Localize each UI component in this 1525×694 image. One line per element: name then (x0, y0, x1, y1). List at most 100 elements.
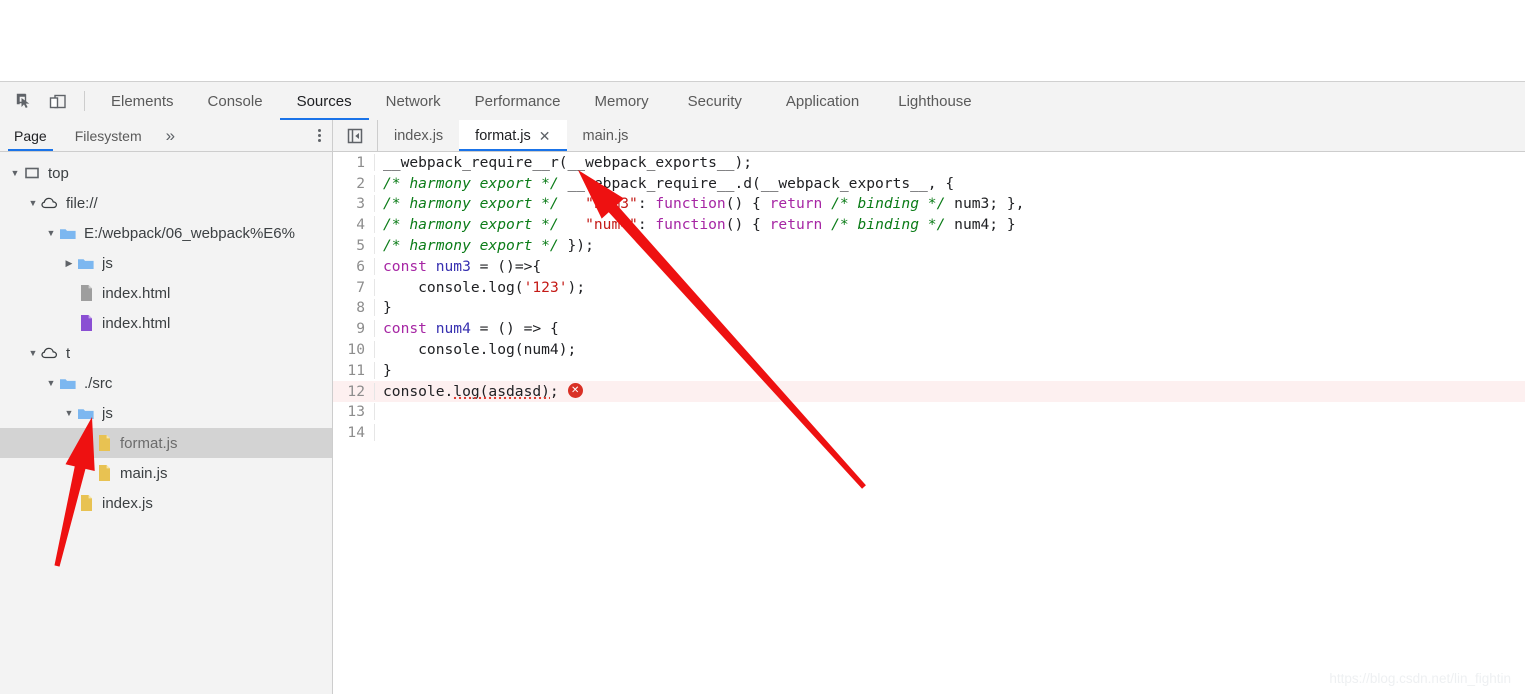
code-token: __webpack_require__.d(__webpack_exports_… (558, 174, 955, 192)
code-line-text: } (375, 362, 392, 379)
chevron-down-icon[interactable]: ▼ (26, 198, 40, 208)
tab-elements-label: Elements (111, 92, 174, 110)
line-number[interactable]: 13 (333, 403, 375, 421)
line-number[interactable]: 6 (333, 257, 375, 275)
line-number[interactable]: 12 (333, 382, 375, 400)
chevron-down-icon[interactable]: ▼ (8, 168, 22, 178)
tree-item[interactable]: ▼ E:/webpack/06_webpack%E6% (0, 218, 332, 248)
tab-console[interactable]: Console (191, 82, 280, 120)
code-line[interactable]: 7 console.log('123'); (333, 277, 1525, 298)
line-number[interactable]: 2 (333, 174, 375, 192)
page-viewport (0, 0, 1525, 81)
code-line-text: /* harmony export */ "num3": function() … (375, 195, 1024, 212)
tree-item[interactable]: index.js (0, 488, 332, 518)
code-line[interactable]: 6 const num3 = ()=>{ (333, 256, 1525, 277)
code-editor[interactable]: 1 __webpack_require__r(__webpack_exports_… (333, 152, 1525, 694)
code-token: r(__webpack_exports__); (549, 153, 753, 171)
code-line[interactable]: 3/* harmony export */ "num3": function()… (333, 194, 1525, 215)
tab-memory-label: Memory (594, 92, 649, 110)
line-number[interactable]: 3 (333, 195, 375, 213)
line-number[interactable]: 10 (333, 341, 375, 359)
tab-application[interactable]: Application (764, 82, 881, 120)
tree-item[interactable]: index.html (0, 308, 332, 338)
navigator-tab-filesystem[interactable]: Filesystem (61, 120, 156, 151)
frame-icon (22, 165, 42, 181)
tab-console-label: Console (207, 92, 263, 110)
code-line[interactable]: 4/* harmony export */ "num4": function()… (333, 214, 1525, 235)
tab-performance[interactable]: Performance (458, 82, 578, 120)
code-token: console.log( (383, 278, 524, 296)
tree-item[interactable]: ▼ t (0, 338, 332, 368)
editor-tab-format-js[interactable]: format.js ✕ (459, 120, 567, 151)
device-toolbar-icon[interactable] (41, 82, 75, 120)
code-line-text: console.log(asdasd); ✕ (375, 383, 583, 400)
code-token: console.log(num4); (383, 341, 577, 359)
code-token: /* harmony export */ (383, 174, 559, 192)
error-circle-icon[interactable]: ✕ (567, 383, 583, 399)
tree-item[interactable]: index.html (0, 278, 332, 308)
code-line[interactable]: 14 (333, 422, 1525, 443)
folder-blue-icon (76, 406, 96, 421)
tab-security[interactable]: Security (666, 82, 764, 120)
code-line[interactable]: 9 const num4 = () => { (333, 318, 1525, 339)
chevron-right-icon[interactable]: ▶ (62, 258, 76, 269)
tab-sources-label: Sources (296, 92, 352, 110)
chevron-down-icon[interactable]: ▼ (26, 348, 40, 358)
code-line[interactable]: 13 (333, 402, 1525, 423)
line-number[interactable]: 11 (333, 361, 375, 379)
code-token: : (637, 195, 656, 213)
chevron-down-icon[interactable]: ▼ (44, 228, 58, 238)
tree-item[interactable]: ▶ js (0, 248, 332, 278)
code-token: : (637, 216, 656, 234)
tab-elements[interactable]: Elements (94, 82, 191, 120)
code-line[interactable]: 11} (333, 360, 1525, 381)
code-token: /* harmony export */ (383, 237, 559, 255)
tab-network[interactable]: Network (369, 82, 458, 120)
tree-item-label: ./src (84, 374, 113, 392)
code-line[interactable]: 8} (333, 298, 1525, 319)
chevron-down-icon[interactable]: ▼ (44, 378, 58, 388)
tree-item[interactable]: main.js (0, 458, 332, 488)
code-token: function (655, 216, 726, 234)
code-line[interactable]: 5/* harmony export */ }); (333, 235, 1525, 256)
code-token: }); (558, 237, 594, 255)
line-number[interactable]: 9 (333, 320, 375, 338)
show-navigator-icon[interactable] (333, 120, 378, 151)
code-token: num3 (435, 257, 471, 275)
editor-tab-main-js[interactable]: main.js (567, 120, 645, 151)
tree-item[interactable]: format.js (0, 428, 332, 458)
inspect-cursor-icon[interactable] (7, 82, 41, 120)
tree-item-label: file:// (66, 194, 98, 212)
chevron-down-icon[interactable]: ▼ (62, 408, 76, 418)
editor-tab-index-js[interactable]: index.js (378, 120, 459, 151)
tab-sources[interactable]: Sources (279, 82, 369, 121)
navigator-tab-page[interactable]: Page (0, 120, 61, 151)
code-line[interactable]: 2 /* harmony export */ __webpack_require_… (333, 173, 1525, 194)
tree-item-label: index.html (102, 314, 171, 332)
tree-item[interactable]: ▼ top (0, 158, 332, 188)
line-number[interactable]: 14 (333, 424, 375, 442)
line-number[interactable]: 1 (333, 153, 375, 171)
code-line-text: /* harmony export */ }); (375, 237, 594, 254)
line-number[interactable]: 8 (333, 299, 375, 317)
tab-lighthouse[interactable]: Lighthouse (881, 82, 988, 120)
line-number[interactable]: 5 (333, 237, 375, 255)
kebab-menu-icon[interactable] (306, 120, 332, 151)
code-token: = () => { (470, 320, 559, 338)
chevron-double-right-icon[interactable]: » (156, 120, 185, 151)
watermark: https://blog.csdn.net/lin_fightin (1329, 671, 1511, 686)
tree-item[interactable]: ▼ js (0, 398, 332, 428)
cloud-icon (40, 196, 60, 210)
tree-item-label: top (48, 164, 69, 182)
close-icon[interactable]: ✕ (539, 129, 551, 143)
code-line[interactable]: 1 __webpack_require__r(__webpack_exports_… (333, 152, 1525, 173)
line-number[interactable]: 4 (333, 216, 375, 234)
code-line-error[interactable]: 12 console.log(asdasd); ✕ (333, 380, 1525, 402)
tab-memory[interactable]: Memory (578, 82, 666, 120)
code-line[interactable]: 10 console.log(num4); (333, 339, 1525, 360)
line-number[interactable]: 7 (333, 278, 375, 296)
tree-item[interactable]: ▼ file:// (0, 188, 332, 218)
tree-item-label: t (66, 344, 71, 362)
tree-item[interactable]: ▼ ./src (0, 368, 332, 398)
